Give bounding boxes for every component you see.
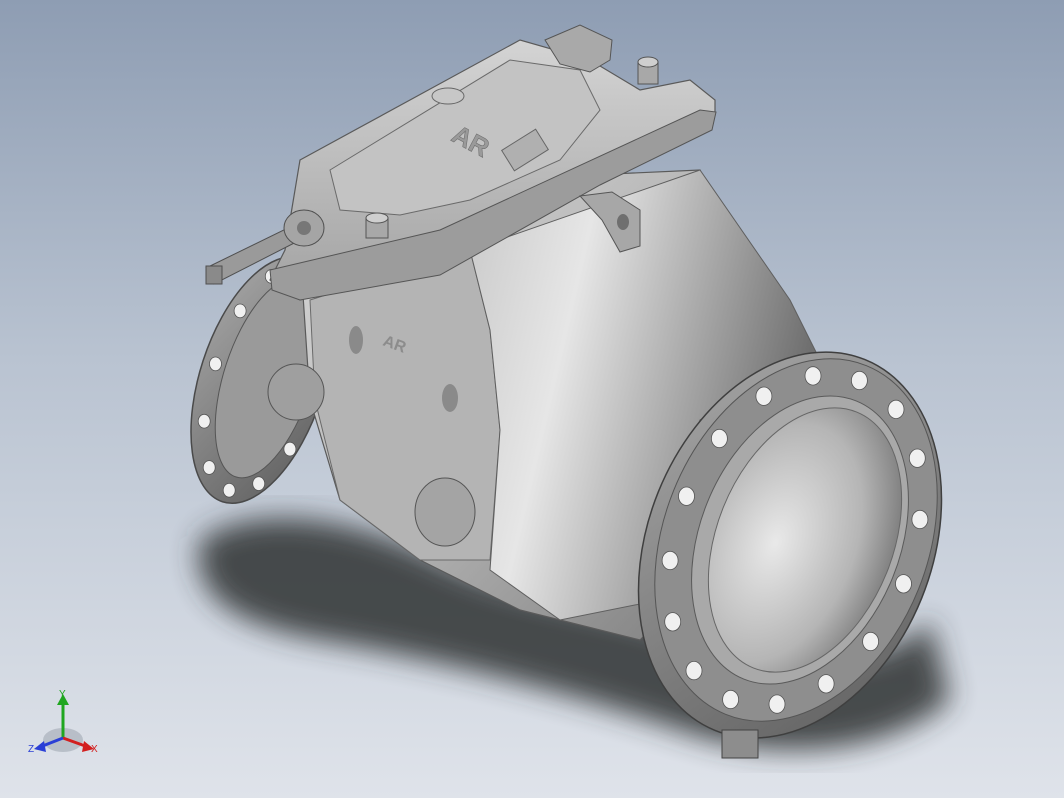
outlet-bolt-hole	[768, 694, 786, 714]
cover-stud-2	[365, 212, 389, 239]
triad-z-label: Z	[28, 744, 34, 755]
outlet-bolt-hole	[911, 509, 929, 530]
outlet-bolt-hole	[817, 674, 835, 694]
flange-foot	[721, 729, 759, 759]
outlet-bolt-hole	[804, 366, 822, 386]
outlet-bolt-hole	[908, 448, 926, 468]
outlet-bolt-hole	[755, 386, 773, 406]
outlet-bolt-hole	[887, 399, 905, 419]
3d-viewport[interactable]: AR AR Y X Z	[0, 0, 1064, 798]
inlet-bolt-hole	[252, 476, 266, 491]
outlet-bolt-hole	[722, 689, 739, 710]
side-boss-lower	[414, 477, 476, 547]
inlet-bolt-hole	[202, 460, 216, 475]
outlet-bolt-hole	[678, 486, 695, 506]
side-boss-small-2	[442, 384, 458, 412]
triad-x-label: X	[91, 744, 98, 755]
inlet-bolt-hole	[197, 413, 211, 429]
outlet-bolt-hole	[895, 574, 912, 594]
outlet-bolt-hole	[664, 612, 682, 632]
triad-y-label: Y	[59, 689, 66, 700]
coordinate-triad[interactable]: Y X Z	[28, 689, 98, 755]
valve-model-scene[interactable]: AR AR Y X Z	[0, 0, 1064, 798]
inlet-bolt-hole	[233, 303, 247, 319]
side-boss-left	[267, 363, 325, 421]
outlet-bolt-hole	[661, 550, 679, 571]
side-boss-small-1	[349, 326, 363, 354]
outlet-bolt-hole	[851, 370, 868, 391]
inlet-bolt-hole	[222, 482, 236, 498]
inlet-bolt-hole	[209, 356, 222, 372]
outlet-bolt-hole	[685, 660, 703, 681]
outlet-bolt-hole	[862, 631, 879, 652]
outlet-bolt-hole	[711, 428, 728, 449]
cover-stud-1	[637, 56, 659, 85]
inlet-bolt-hole	[283, 441, 297, 457]
cover-boss	[431, 87, 465, 105]
